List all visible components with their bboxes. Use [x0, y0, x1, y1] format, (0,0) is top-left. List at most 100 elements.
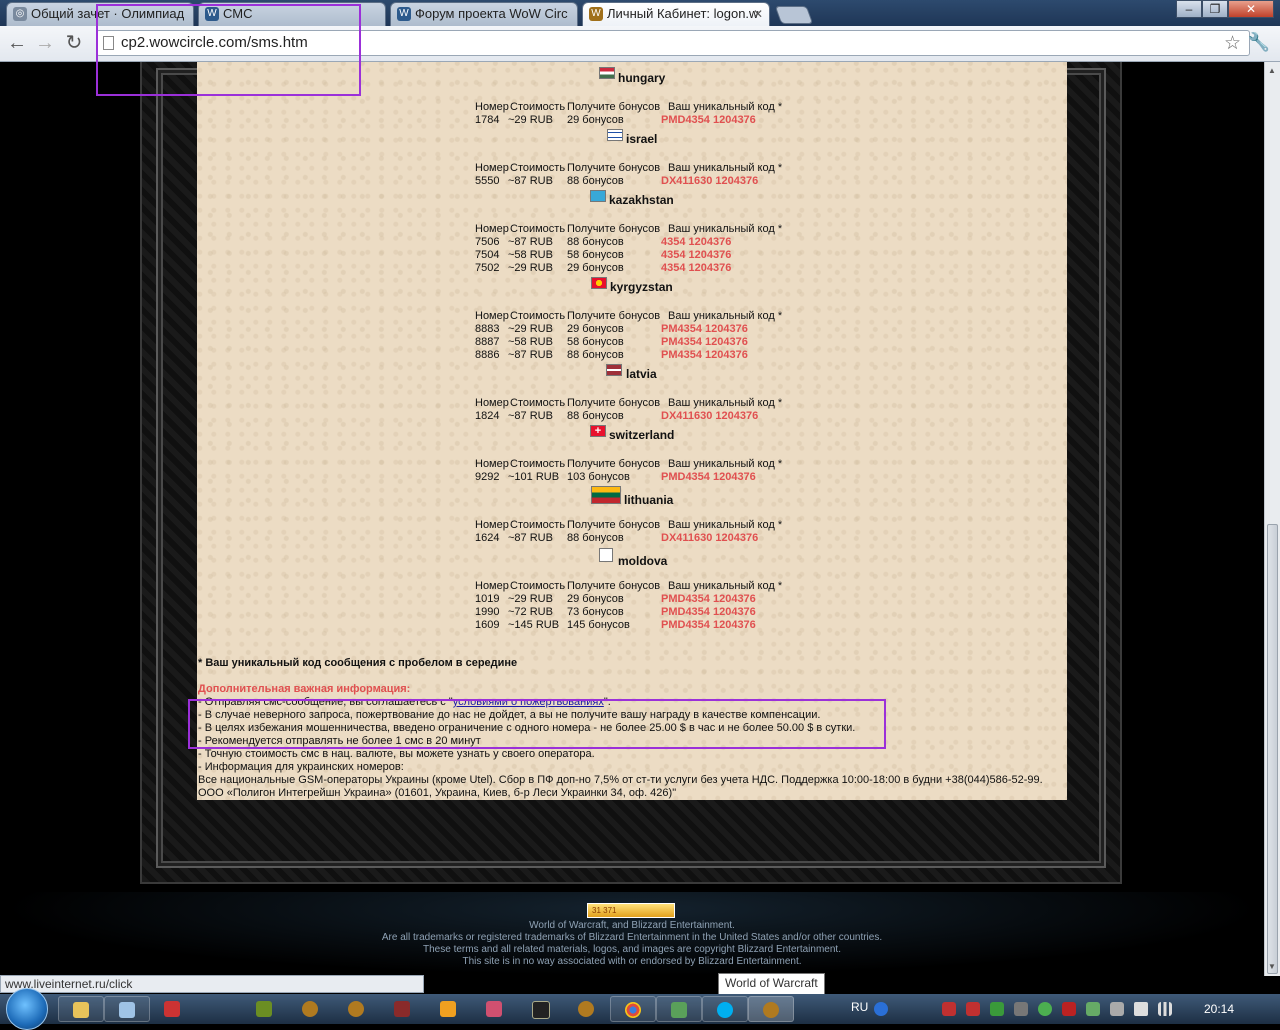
reload-icon[interactable]: ↻: [63, 32, 85, 54]
app-taskbar-icon[interactable]: [150, 996, 196, 1022]
header-cost: Стоимость: [510, 580, 566, 592]
flag-lithuania-icon: [591, 486, 621, 504]
tray-app-icon[interactable]: [1038, 1002, 1052, 1016]
sms-code: PMD4354 1204376: [661, 114, 756, 126]
volume-icon[interactable]: [1134, 1002, 1148, 1016]
sms-bonus: 29 бонусов: [567, 323, 624, 335]
tab-olympiad[interactable]: ◎ Общий зачет · Олимпиад: [6, 2, 194, 26]
sms-code: PM4354 1204376: [661, 323, 748, 335]
language-indicator[interactable]: RU: [851, 1000, 868, 1014]
header-cost: Стоимость: [510, 310, 566, 322]
taskbar-clock[interactable]: 20:14: [1204, 1002, 1234, 1016]
sms-code: PMD4354 1204376: [661, 471, 756, 483]
broken-image-icon: [599, 548, 613, 562]
tab-account[interactable]: W Личный Кабинет: logon.w ✕: [582, 2, 770, 26]
sms-cost: ~58 RUB: [508, 249, 553, 261]
country-name: lithuania: [624, 493, 674, 507]
info-line: - Точную стоимость смс в нац. валюте, вы…: [198, 748, 595, 760]
sms-bonus: 58 бонусов: [567, 249, 624, 261]
header-code: Ваш уникальный код *: [668, 101, 783, 113]
sms-code: 4354 1204376: [661, 249, 732, 261]
sms-number: 9292: [475, 471, 500, 483]
sms-number: 1019: [475, 593, 500, 605]
sms-code: DX411630 1204376: [661, 175, 759, 187]
header-code: Ваш уникальный код *: [668, 162, 783, 174]
notepad-taskbar-icon[interactable]: [104, 996, 150, 1022]
sms-number: 8887: [475, 336, 500, 348]
sms-number: 1990: [475, 606, 500, 618]
wow-taskbar-icon[interactable]: [334, 996, 380, 1022]
header-number: Номер: [475, 519, 509, 531]
maximize-button[interactable]: ❐: [1202, 0, 1228, 18]
tooltip: World of Warcraft: [718, 973, 825, 995]
sms-bonus: 88 бонусов: [567, 532, 624, 544]
close-tab-icon[interactable]: ✕: [753, 3, 763, 25]
app-taskbar-icon[interactable]: [380, 996, 426, 1022]
header-code: Ваш уникальный код *: [668, 458, 783, 470]
header-bonus: Получите бонусов: [567, 223, 661, 235]
tray-app-icon[interactable]: [1086, 1002, 1100, 1016]
sms-number: 1624: [475, 532, 500, 544]
tab-title: Форум проекта WoW Circ: [415, 6, 568, 21]
donation-terms-link[interactable]: условиями о пожертвованиях: [453, 696, 604, 708]
header-number: Номер: [475, 162, 509, 174]
tray-app-icon[interactable]: [990, 1002, 1004, 1016]
liveinternet-counter[interactable]: 31 371: [587, 903, 675, 918]
forward-arrow-icon[interactable]: →: [34, 32, 56, 54]
wrench-menu-icon[interactable]: 🔧: [1248, 32, 1270, 53]
info-line: Все национальные GSM-операторы Украины (…: [198, 774, 1043, 786]
chrome-taskbar-icon[interactable]: [610, 996, 656, 1022]
tab-forum[interactable]: W Форум проекта WoW Circ: [390, 2, 578, 26]
tray-app-icon[interactable]: [1062, 1002, 1076, 1016]
info-line-text: ".: [603, 696, 611, 708]
country-name: hungary: [618, 71, 666, 85]
minimize-button[interactable]: –: [1176, 0, 1202, 18]
help-icon[interactable]: [874, 1002, 888, 1016]
back-arrow-icon[interactable]: ←: [6, 32, 28, 54]
sms-number: 7504: [475, 249, 500, 261]
skype-taskbar-icon[interactable]: [702, 996, 748, 1022]
sms-number: 1824: [475, 410, 500, 422]
wow-taskbar-icon-active[interactable]: [748, 996, 794, 1022]
country-name: switzerland: [609, 428, 675, 442]
new-tab-button[interactable]: [774, 6, 814, 24]
scroll-up-icon[interactable]: ▲: [1268, 66, 1276, 75]
sms-code: DX411630 1204376: [661, 532, 759, 544]
vertical-scrollbar[interactable]: ▲ ▼: [1264, 62, 1280, 976]
header-bonus: Получите бонусов: [567, 580, 661, 592]
tray-app-icon[interactable]: [966, 1002, 980, 1016]
wow-taskbar-icon[interactable]: [288, 996, 334, 1022]
close-window-button[interactable]: ✕: [1228, 0, 1274, 18]
explorer-taskbar-icon[interactable]: [58, 996, 104, 1022]
header-bonus: Получите бонусов: [567, 101, 661, 113]
footer-line: These terms and all related materials, l…: [423, 944, 841, 955]
tray-app-icon[interactable]: [942, 1002, 956, 1016]
header-code: Ваш уникальный код *: [668, 397, 783, 409]
app-taskbar-icon[interactable]: [472, 996, 518, 1022]
app-taskbar-icon[interactable]: [656, 996, 702, 1022]
tab-sms[interactable]: W СМС: [198, 2, 386, 26]
header-code: Ваш уникальный код *: [668, 310, 783, 322]
sms-bonus: 103 бонусов: [567, 471, 630, 483]
app-taskbar-icon[interactable]: [242, 996, 288, 1022]
tray-app-icon[interactable]: [1110, 1002, 1124, 1016]
tray-app-icon[interactable]: [1014, 1002, 1028, 1016]
sms-cost: ~29 RUB: [508, 262, 553, 274]
bookmark-star-icon[interactable]: ☆: [1224, 32, 1241, 55]
scrollbar-thumb[interactable]: [1267, 524, 1278, 974]
header-number: Номер: [475, 223, 509, 235]
scroll-down-icon[interactable]: ▼: [1268, 962, 1276, 971]
sms-bonus: 29 бонусов: [567, 593, 624, 605]
info-line-terms: - Отправляя смс-сообщение, вы соглашаете…: [198, 696, 611, 708]
network-icon[interactable]: [1158, 1002, 1172, 1016]
sms-bonus: 73 бонусов: [567, 606, 624, 618]
wow-taskbar-icon[interactable]: [564, 996, 610, 1022]
sms-bonus: 145 бонусов: [567, 619, 630, 631]
media-player-taskbar-icon[interactable]: [426, 996, 472, 1022]
sms-number: 1784: [475, 114, 500, 126]
address-url[interactable]: cp2.wowcircle.com/sms.htm: [121, 34, 308, 51]
sms-cost: ~29 RUB: [508, 593, 553, 605]
sms-cost: ~145 RUB: [508, 619, 560, 631]
app-taskbar-icon[interactable]: [518, 996, 564, 1022]
address-bar[interactable]: cp2.wowcircle.com/sms.htm ☆: [96, 30, 1250, 56]
